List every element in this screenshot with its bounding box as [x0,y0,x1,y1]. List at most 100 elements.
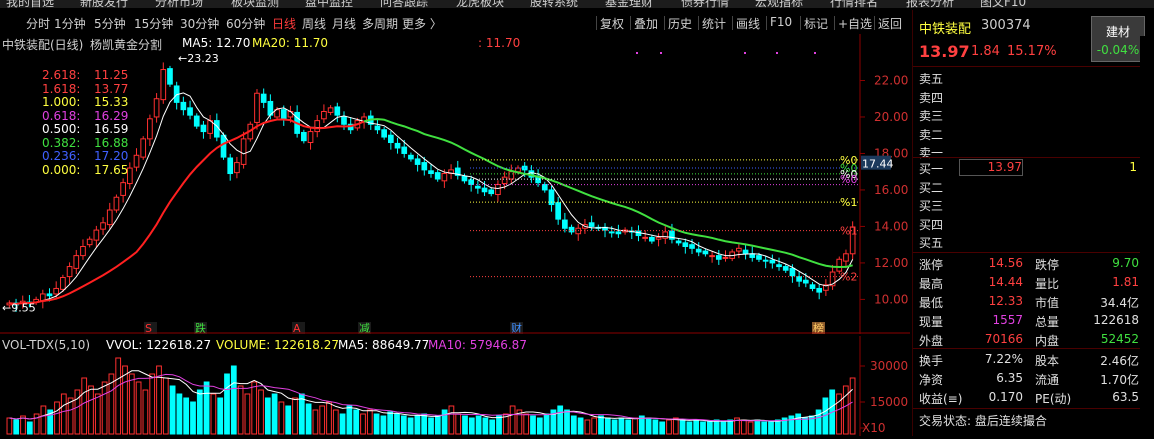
stat-label: 市值 [1035,296,1060,310]
period-tab[interactable]: 15分钟 [134,15,173,32]
stat-value: 1.81 [1112,275,1139,289]
event-marker: 跌 [195,321,206,334]
period-tab[interactable]: 多周期 [362,15,398,32]
period-tab[interactable]: 30分钟 [180,15,219,32]
candle [120,182,126,196]
kline-chart[interactable]: 22.00 20.00 18.00 16.00 14.00 12.00 10.00 %0 %0%… [0,34,910,335]
candle [341,116,347,125]
stat-label: PE(动) [1035,392,1072,406]
toolbar-button[interactable]: 标记 [804,15,828,32]
bid-level-label: 买二 [919,180,944,195]
top-menu-item[interactable]: 行情排名 [830,0,878,8]
candle [796,276,802,282]
period-tab[interactable]: 更多 〉 [402,15,442,32]
ask-level-label: 卖三 [919,109,944,123]
candle [776,264,782,268]
top-menu-item[interactable]: 我的首选 [6,0,54,8]
candle [300,131,307,142]
toolbar-button[interactable]: 返回 [878,15,902,32]
period-tab[interactable]: 1分钟 [54,15,86,32]
period-tab[interactable]: 60分钟 [226,15,265,32]
signal-dot [814,52,816,54]
volume-bar [543,413,550,435]
volume-bar [298,393,305,435]
candle [836,258,843,272]
period-tab[interactable]: 月线 [332,15,356,32]
top-menu-item[interactable]: 报表分析 [906,0,954,8]
toolbar-button[interactable]: 复权 [600,15,624,32]
candle [762,259,769,262]
volume-bar [312,409,319,435]
toolbar-button[interactable]: +自选 [838,15,872,32]
top-menu-bar: 我的首选 新股发行 分析市场 板块监测 盘中监控 问答跟踪 龙虎板块 股转系统 基金理财 债券行情… [0,0,1154,8]
period-tab[interactable]: 5分钟 [94,15,126,32]
candle [709,255,715,258]
ratio-label: 0.500: [42,122,81,136]
period-tab[interactable]: 日线 [272,15,296,32]
top-menu-item[interactable]: 债券行情 [681,0,729,8]
top-menu-item[interactable]: 股转系统 [530,0,578,8]
candle [408,154,414,160]
ma20-line-green [363,118,853,269]
top-menu-item[interactable]: 图文F10 [980,0,1026,8]
top-menu-item[interactable]: 问答跟踪 [380,0,428,8]
vol-indicator-name[interactable]: VOL-TDX(5,10) [2,338,90,352]
volume-bar [570,415,577,435]
toolbar-separator [630,16,631,30]
bid-level-label: 买三 [919,199,944,213]
candle [541,183,548,191]
price-change: 1.84 [971,44,1000,59]
volume-bar [142,389,149,435]
candle [468,179,475,185]
volume-bar [489,419,496,435]
volume-bar [40,405,47,435]
toolbar-button[interactable]: F10 [770,15,792,29]
top-menu-item[interactable]: 新股发行 [80,0,128,8]
top-menu-item[interactable]: 分析市场 [155,0,203,8]
stat-value: 52452 [1100,332,1139,346]
candle [73,255,80,269]
toolbar-separator [596,16,597,30]
toolbar-button[interactable]: 历史 [668,15,692,32]
volume-bar [285,405,292,435]
toolbar-button[interactable]: 画线 [736,15,760,32]
period-tab[interactable]: 分时 [26,15,50,32]
toolbar-button[interactable]: 叠加 [634,15,658,32]
volume-bar [400,415,407,435]
volume-bar [128,373,135,435]
volume-bar [761,421,768,435]
stock-name: 中铁装配 [919,22,972,37]
volume-chart[interactable]: 30000 15000 X10 VOL-TDX(5,10) VVOL: 122618… [0,336,910,436]
stat-label: 现量 [919,315,944,329]
candle [642,236,649,239]
top-menu-item[interactable]: 盘中监控 [305,0,353,8]
top-menu-item[interactable]: 宏观指标 [755,0,803,8]
toolbar-button[interactable]: 统计 [702,15,726,32]
level-marker: %1 [840,196,857,209]
indicator-name[interactable]: 杨凯黄金分割 [90,36,162,53]
candle [702,250,709,255]
candle [220,134,227,158]
period-tab[interactable]: 周线 [302,15,326,32]
event-marker: 减 [359,322,370,334]
candle [321,111,327,120]
candle [421,162,428,171]
bid-price: 13.97 [959,159,1023,176]
event-marker: 财 [511,321,522,334]
candle [167,68,173,85]
top-menu-item[interactable]: 板块监测 [231,0,279,8]
volume-bar [346,405,353,435]
candle [113,196,120,211]
volume-bar [598,415,604,435]
candle [240,138,247,165]
volume-bar [632,417,638,435]
candle [615,231,622,235]
volume-bar [60,393,67,435]
top-menu-item[interactable]: 龙虎板块 [456,0,504,8]
volume-bar [448,405,455,435]
volume-bar [706,421,713,435]
top-menu-item[interactable]: 基金理财 [605,0,653,8]
ask-level-label: 卖五 [919,72,944,86]
sector-box[interactable]: 建材 -0.04% [1091,16,1145,62]
candle [100,222,106,230]
